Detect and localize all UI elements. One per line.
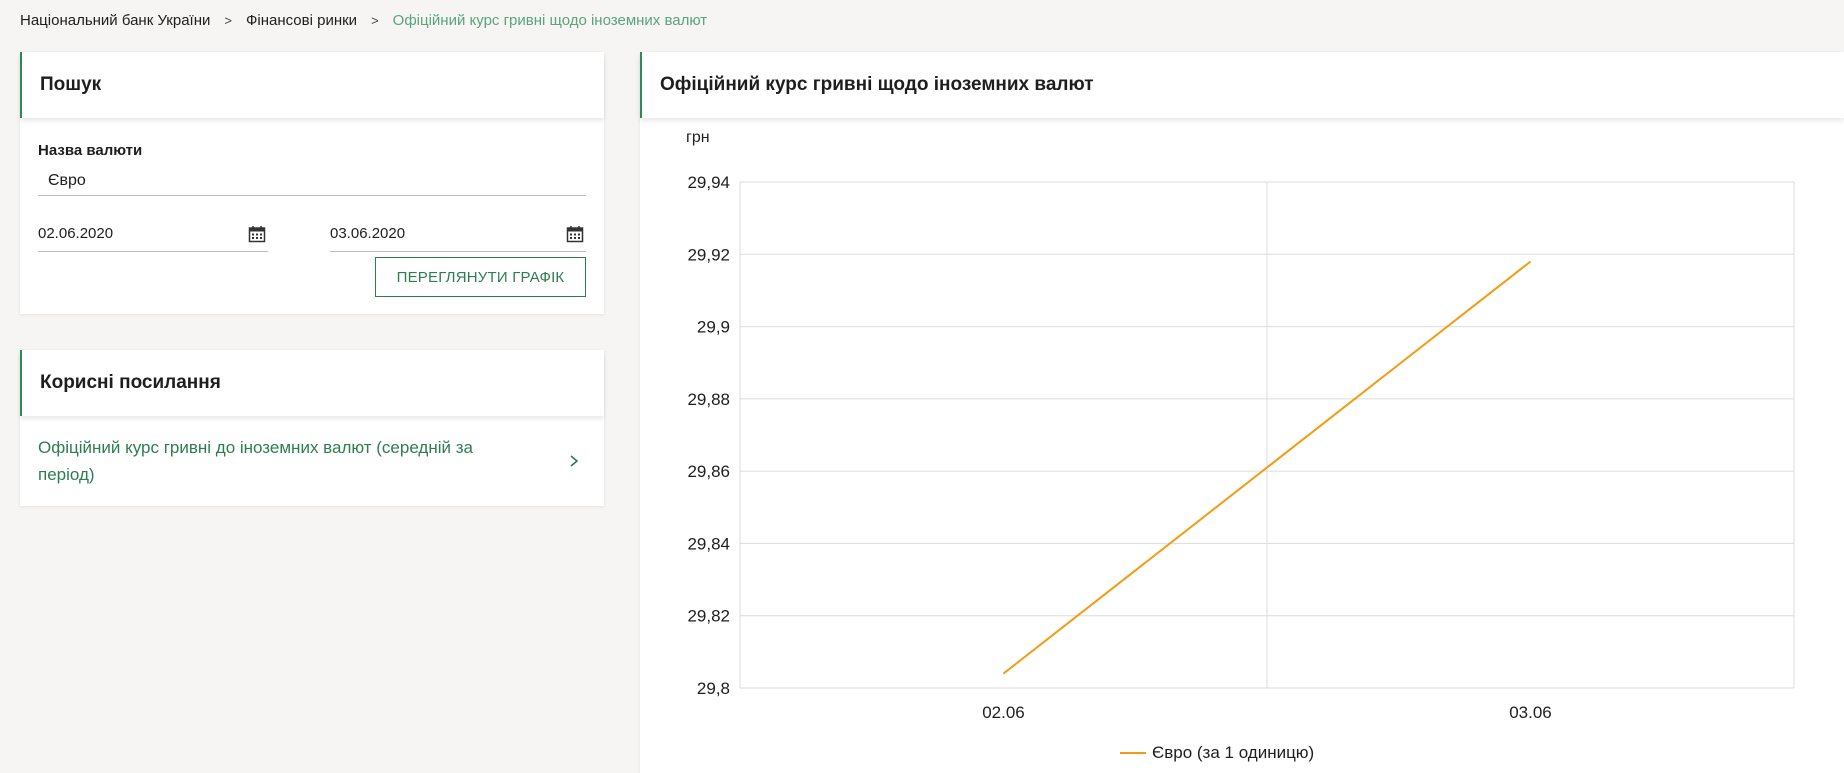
y-tick-label: 29,92 xyxy=(687,245,730,264)
breadcrumb: Національний банк України > Фінансові ри… xyxy=(20,12,707,29)
search-card-title: Пошук xyxy=(20,52,604,118)
y-tick-label: 29,8 xyxy=(697,679,730,698)
view-chart-button[interactable]: ПЕРЕГЛЯНУТИ ГРАФІК xyxy=(375,257,586,297)
breadcrumb-separator: > xyxy=(371,13,379,28)
y-tick-label: 29,86 xyxy=(687,462,730,481)
currency-label: Назва валюти xyxy=(38,142,143,159)
date-to-value: 03.06.2020 xyxy=(330,225,406,242)
chart-card: Офіційний курс гривні щодо іноземних вал… xyxy=(640,52,1844,773)
link-average-rate[interactable]: Офіційний курс гривні до іноземних валют… xyxy=(38,434,586,488)
currency-input[interactable] xyxy=(38,166,586,196)
link-average-rate-label: Офіційний курс гривні до іноземних валют… xyxy=(38,438,473,484)
y-tick-label: 29,94 xyxy=(687,173,730,192)
y-tick-label: 29,84 xyxy=(687,534,730,553)
breadcrumb-item-financial-markets[interactable]: Фінансові ринки xyxy=(246,12,357,29)
useful-links-card: Корисні посилання Офіційний курс гривні … xyxy=(20,350,604,506)
chevron-right-icon xyxy=(570,455,579,467)
date-from-field[interactable]: 02.06.2020 xyxy=(38,216,268,252)
breadcrumb-item-current: Офіційний курс гривні щодо іноземних вал… xyxy=(392,12,708,29)
date-to-field[interactable]: 03.06.2020 xyxy=(330,216,586,252)
calendar-icon[interactable] xyxy=(566,225,584,243)
x-tick-label: 03.06 xyxy=(1509,703,1552,722)
legend-label: Євро (за 1 одиницю) xyxy=(1152,743,1314,762)
useful-links-title: Корисні посилання xyxy=(20,350,604,416)
y-axis-unit-label: грн xyxy=(686,129,710,146)
chart-title: Офіційний курс гривні щодо іноземних вал… xyxy=(640,52,1844,118)
rate-chart: грн 29,8 29,82 29,84 29,86 29,88 29,9 29,92 29,9… xyxy=(686,129,1795,762)
search-card: Пошук Назва валюти 02.06.2020 03.06.2020 xyxy=(20,52,604,314)
breadcrumb-separator: > xyxy=(224,13,232,28)
y-tick-label: 29,9 xyxy=(697,318,730,337)
x-tick-label: 02.06 xyxy=(982,703,1025,722)
y-tick-label: 29,88 xyxy=(687,390,730,409)
date-from-value: 02.06.2020 xyxy=(38,225,114,242)
breadcrumb-item-nbu[interactable]: Національний банк України xyxy=(20,12,210,29)
y-tick-label: 29,82 xyxy=(687,607,730,626)
calendar-icon[interactable] xyxy=(248,225,266,243)
